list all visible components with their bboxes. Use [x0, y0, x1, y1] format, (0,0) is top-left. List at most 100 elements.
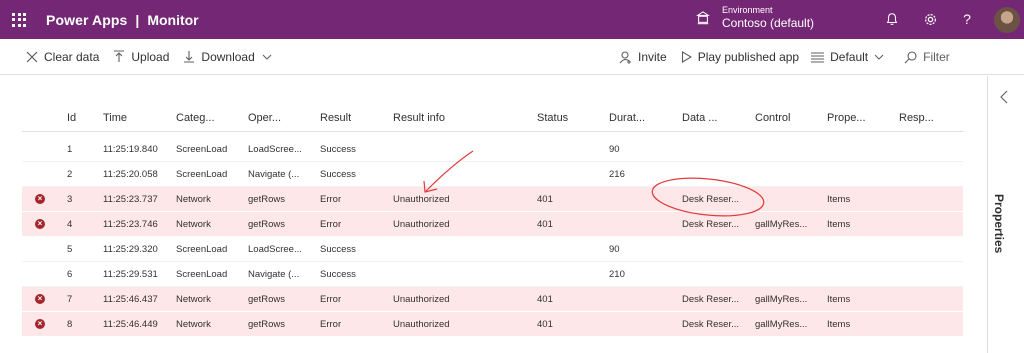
upload-icon: [114, 50, 125, 62]
filter-button[interactable]: Filter: [898, 39, 956, 75]
app-launcher-icon[interactable]: [0, 0, 38, 39]
cell-category: Network: [176, 318, 211, 330]
help-icon[interactable]: ?: [959, 11, 975, 27]
close-icon: [26, 51, 38, 62]
gear-icon[interactable]: [922, 11, 938, 27]
column-header-property[interactable]: Prope...: [827, 112, 866, 124]
column-header-data-source[interactable]: Data ...: [682, 112, 717, 124]
play-published-app-button[interactable]: Play published app: [675, 39, 805, 75]
cell-category: Network: [176, 293, 211, 305]
column-header-id[interactable]: Id: [67, 112, 76, 124]
error-icon: ×: [35, 294, 45, 304]
cell-id: 2: [67, 168, 73, 180]
cell-category: Network: [176, 193, 211, 205]
cell-operation: getRows: [248, 293, 285, 305]
table-row[interactable]: 5 11:25:29.320 ScreenLoad LoadScree... Succe…: [22, 237, 963, 262]
cell-result-info: Unauthorized: [393, 293, 450, 305]
table-row[interactable]: 2 11:25:20.058 ScreenLoad Navigate (... Succ…: [22, 162, 963, 187]
column-header-time[interactable]: Time: [103, 112, 127, 124]
column-header-category[interactable]: Categ...: [176, 112, 215, 124]
column-header-response[interactable]: Resp...: [899, 112, 934, 124]
invite-button[interactable]: Invite: [613, 39, 673, 75]
play-icon: [681, 51, 692, 63]
section-title: Monitor: [147, 11, 199, 28]
environment-picker[interactable]: Environment Contoso (default): [696, 5, 814, 31]
cell-id: 7: [67, 293, 73, 305]
cell-duration: 90: [609, 243, 620, 255]
title-separator: |: [135, 11, 140, 28]
cell-id: 8: [67, 318, 73, 330]
command-bar: Clear data Upload Download Invite Play p…: [0, 39, 1024, 75]
cell-duration: 216: [609, 168, 625, 180]
download-button[interactable]: Download: [177, 39, 283, 75]
cell-category: Network: [176, 218, 211, 230]
table-row[interactable]: × 3 11:25:23.737 Network getRows Error Unautho…: [22, 187, 963, 212]
cell-id: 5: [67, 243, 73, 255]
cell-control: gallMyRes...: [755, 293, 808, 305]
cell-operation: LoadScree...: [248, 143, 302, 155]
cell-status: 401: [537, 218, 553, 230]
cell-result-info: Unauthorized: [393, 318, 450, 330]
cell-operation: getRows: [248, 218, 285, 230]
search-icon: [904, 50, 917, 63]
table-row[interactable]: × 7 11:25:46.437 Network getRows Error Unautho…: [22, 287, 963, 312]
person-add-icon: [619, 50, 631, 64]
error-icon: ×: [35, 194, 45, 204]
column-header-result[interactable]: Result: [320, 112, 351, 124]
cell-time: 11:25:29.320: [103, 243, 158, 255]
column-header-status[interactable]: Status: [537, 112, 568, 124]
notifications-icon[interactable]: [884, 11, 900, 27]
table-row[interactable]: × 4 11:25:23.746 Network getRows Error Unautho…: [22, 212, 963, 237]
cell-category: ScreenLoad: [176, 143, 228, 155]
cell-status: 401: [537, 318, 553, 330]
cell-data-source: Desk Reser...: [682, 193, 740, 205]
cell-time: 11:25:23.746: [103, 218, 158, 230]
filter-label: Filter: [923, 50, 950, 64]
cell-operation: getRows: [248, 193, 285, 205]
cell-data-source: Desk Reser...: [682, 293, 740, 305]
cell-result: Error: [320, 318, 342, 330]
table-row[interactable]: 1 11:25:19.840 ScreenLoad LoadScree... Succe…: [22, 137, 963, 162]
cell-duration: 90: [609, 143, 620, 155]
upload-button[interactable]: Upload: [107, 39, 175, 75]
cell-category: ScreenLoad: [176, 168, 228, 180]
table-body: 1 11:25:19.840 ScreenLoad LoadScree... Succe…: [22, 137, 963, 337]
cell-operation: getRows: [248, 318, 285, 330]
app-header: Power Apps | Monitor Environment Contoso…: [0, 0, 1024, 39]
cell-result: Error: [320, 218, 342, 230]
chevron-left-icon[interactable]: [1000, 90, 1008, 104]
column-header-duration[interactable]: Durat...: [609, 112, 645, 124]
table-row[interactable]: × 8 11:25:46.449 Network getRows Error Unautho…: [22, 312, 963, 337]
cell-time: 11:25:29.531: [103, 268, 158, 280]
cell-operation: Navigate (...: [248, 168, 300, 180]
cell-property: Items: [827, 318, 851, 330]
cell-id: 3: [67, 193, 73, 205]
cell-status: 401: [537, 293, 553, 305]
cell-result: Success: [320, 268, 356, 280]
app-title[interactable]: Power Apps: [46, 12, 127, 28]
cell-result-info: Unauthorized: [393, 193, 450, 205]
cell-time: 11:25:20.058: [103, 168, 158, 180]
avatar[interactable]: [994, 7, 1020, 33]
cell-control: gallMyRes...: [755, 318, 808, 330]
cell-id: 1: [67, 143, 73, 155]
column-header-control[interactable]: Control: [755, 112, 790, 124]
cell-id: 4: [67, 218, 73, 230]
clear-data-button[interactable]: Clear data: [20, 39, 105, 75]
table-row[interactable]: 6 11:25:29.531 ScreenLoad Navigate (... Succ…: [22, 262, 963, 287]
properties-panel[interactable]: Properties: [987, 76, 1024, 353]
column-header-result-info[interactable]: Result info: [393, 112, 445, 124]
cell-result: Success: [320, 243, 356, 255]
cell-operation: Navigate (...: [248, 268, 300, 280]
cell-property: Items: [827, 293, 851, 305]
view-selector[interactable]: Default: [805, 39, 896, 75]
environment-name: Contoso (default): [722, 16, 815, 30]
cell-result: Error: [320, 293, 342, 305]
cell-status: 401: [537, 193, 553, 205]
table-header: Id Time Categ... Oper... Result Result i…: [22, 104, 963, 132]
error-icon: ×: [35, 319, 45, 329]
column-header-operation[interactable]: Oper...: [248, 112, 281, 124]
play-published-app-label: Play published app: [697, 50, 800, 64]
cell-data-source: Desk Reser...: [682, 218, 740, 230]
cell-time: 11:25:46.437: [103, 293, 158, 305]
